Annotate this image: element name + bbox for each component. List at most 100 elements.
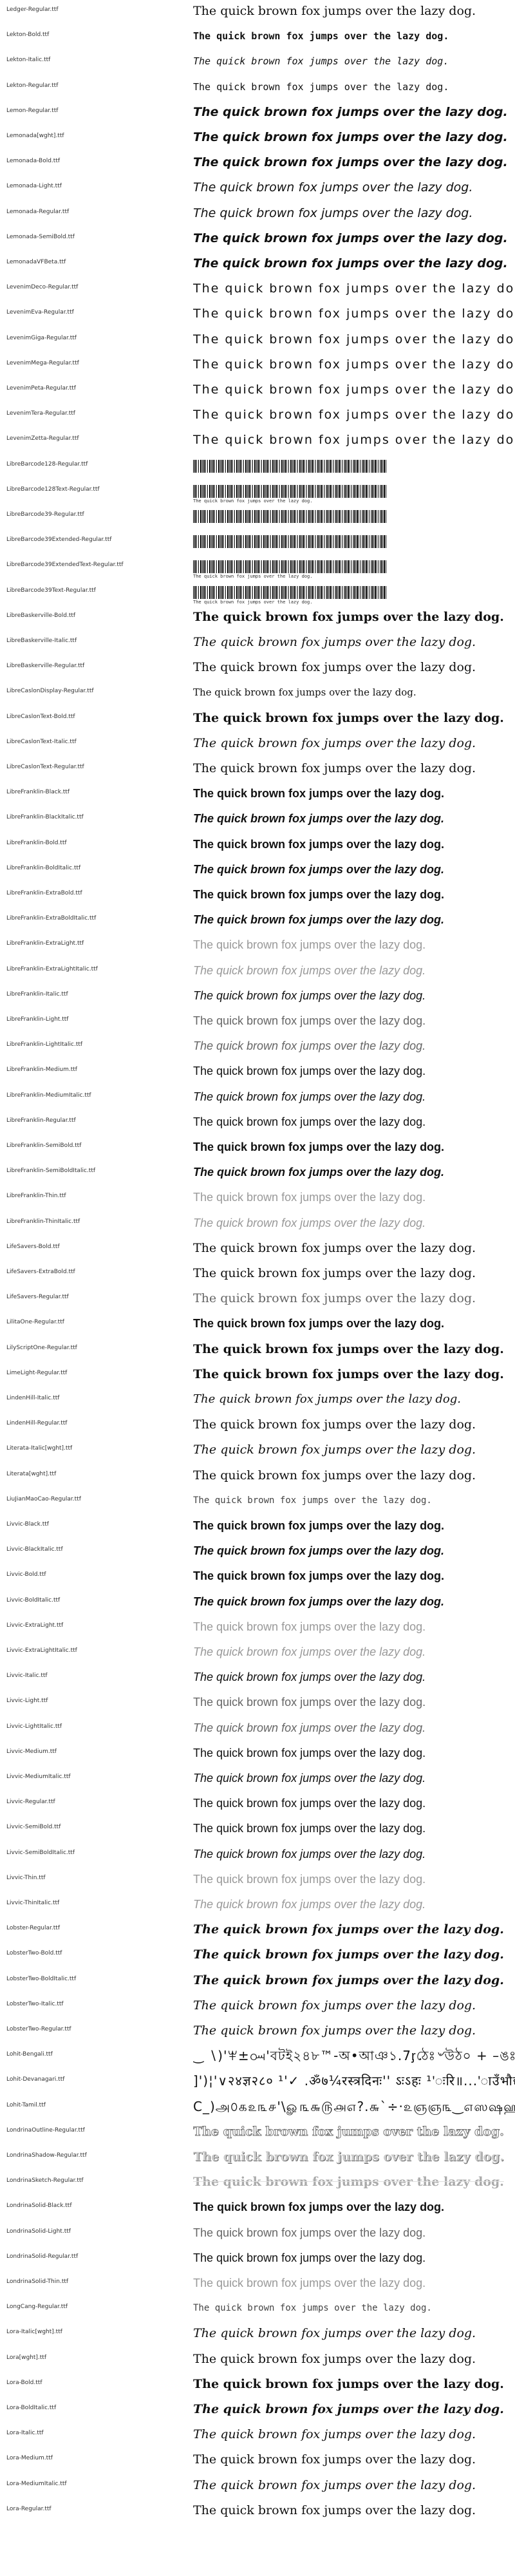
font-row: LobsterTwo-Bold.ttf The quick brown fox j… xyxy=(0,1945,515,1970)
barcode-sample xyxy=(193,459,386,473)
font-row: Literata[wght].ttf The quick brown fox ju… xyxy=(0,1466,515,1491)
font-row: LibreFranklin-ExtraBold.ttf The quick bro… xyxy=(0,885,515,910)
font-sample-text: The quick brown fox jumps over the lazy … xyxy=(193,710,504,725)
font-file-name: Lora-BoldItalic.ttf xyxy=(6,2405,57,2411)
font-row: LifeSavers-Bold.ttf The quick brown fox j… xyxy=(0,1238,515,1264)
font-row: Lemonada-Regular.ttf The quick brown fox … xyxy=(0,204,515,229)
font-sample-text: The quick brown fox jumps over the lazy … xyxy=(193,1973,504,1987)
font-row: Lobster-Regular.ttf The quick brown fox j… xyxy=(0,1920,515,1945)
font-sample-text: The quick brown fox jumps over the lazy … xyxy=(193,735,476,750)
font-file-name: LibreFranklin-LightItalic.ttf xyxy=(6,1041,83,1048)
font-sample-text: The quick brown fox jumps over the lazy … xyxy=(193,1417,476,1432)
font-file-name: LondrinaShadow-Regular.ttf xyxy=(6,2152,87,2159)
font-sample-text: The quick brown fox jumps over the lazy … xyxy=(193,307,515,321)
font-row: LilyScriptOne-Regular.ttf The quick brown… xyxy=(0,1340,515,1365)
font-row: LibreBarcode39Text-Regular.ttf The quick … xyxy=(0,582,515,607)
font-file-name: Livvic-Light.ttf xyxy=(6,1698,48,1705)
font-file-name: LevenimGiga-Regular.ttf xyxy=(6,334,77,341)
font-row: LobsterTwo-Regular.ttf The quick brown fo… xyxy=(0,2021,515,2046)
font-sample-text: The quick brown fox jumps over the lazy … xyxy=(193,2226,426,2239)
font-row: Lemonada[wght].ttf The quick brown fox ju… xyxy=(0,128,515,153)
font-file-name: LibreCaslonText-Regular.ttf xyxy=(6,764,84,770)
font-file-name: LibreBarcode39ExtendedText-Regular.ttf xyxy=(6,562,124,569)
barcode-sample xyxy=(193,560,386,574)
font-row: LibreBarcode128-Regular.ttf xyxy=(0,456,515,481)
font-row: Livvic-Italic.ttf The quick brown fox jum… xyxy=(0,1667,515,1692)
font-sample-text: The quick brown fox jumps over the lazy … xyxy=(193,1014,426,1027)
font-file-name: LibreBarcode39Extended-Regular.ttf xyxy=(6,536,112,544)
font-sample-text: The quick brown fox jumps over the lazy … xyxy=(193,989,426,1002)
font-sample-text: The quick brown fox jumps over the lazy … xyxy=(193,1772,426,1785)
font-sample-text: The quick brown fox jumps over the lazy … xyxy=(193,1341,504,1356)
font-sample-text: The quick brown fox jumps over the lazy … xyxy=(193,2124,504,2139)
font-row: Lora[wght].ttf The quick brown fox jumps … xyxy=(0,2349,515,2374)
font-row: LibreCaslonText-Regular.ttf The quick bro… xyxy=(0,759,515,784)
font-row: LibreFranklin-Regular.ttf The quick brown… xyxy=(0,1112,515,1137)
font-sample-text: The quick brown fox jumps over the lazy … xyxy=(193,2326,476,2341)
font-sample-text: The quick brown fox jumps over the lazy … xyxy=(193,687,417,699)
font-row: Lora-Italic[wght].ttf The quick brown fox… xyxy=(0,2324,515,2349)
font-file-name: LibreFranklin-BlackItalic.ttf xyxy=(6,814,84,821)
font-sample-text: The quick brown fox jumps over the lazy … xyxy=(193,130,508,144)
barcode-caption: The quick brown fox jumps over the lazy … xyxy=(193,574,313,580)
font-file-name: LobsterTwo-Italic.ttf xyxy=(6,2000,64,2007)
font-row: LibreFranklin-LightItalic.ttf The quick b… xyxy=(0,1036,515,1061)
font-file-name: Lora-Italic[wght].ttf xyxy=(6,2329,62,2336)
font-file-name: Livvic-Regular.ttf xyxy=(6,1799,55,1806)
font-sample-text: The quick brown fox jumps over the lazy … xyxy=(193,1166,445,1179)
font-sample-text: The quick brown fox jumps over the lazy … xyxy=(193,357,515,372)
font-sample-text: The quick brown fox jumps over the lazy … xyxy=(193,2277,426,2289)
font-sample-text: The quick brown fox jumps over the lazy … xyxy=(193,1495,432,1506)
font-row: Lekton-Italic.ttf The quick brown fox jum… xyxy=(0,52,515,77)
font-sample-text: The quick brown fox jumps over the lazy … xyxy=(193,1569,445,1583)
font-sample-text: The quick brown fox jumps over the lazy … xyxy=(193,4,476,18)
font-sample-text: The quick brown fox jumps over the lazy … xyxy=(193,80,449,93)
barcode-caption: The quick brown fox jumps over the lazy … xyxy=(193,599,313,605)
font-file-name: Ledger-Regular.ttf xyxy=(6,6,59,13)
font-file-name: LifeSavers-Regular.ttf xyxy=(6,1294,69,1301)
font-file-name: Lohit-Devanagari.ttf xyxy=(6,2076,65,2083)
font-file-name: LibreFranklin-Regular.ttf xyxy=(6,1117,76,1124)
font-file-name: LibreFranklin-Light.ttf xyxy=(6,1016,69,1023)
font-row: LongCang-Regular.ttf The quick brown fox … xyxy=(0,2298,515,2324)
font-row: LibreCaslonText-Bold.ttf The quick brown … xyxy=(0,708,515,734)
font-file-name: LevenimPeta-Regular.ttf xyxy=(6,385,76,392)
font-sample-text: ‿ ∖)'ꕽ±ꗢ'বটই২৪৮™-অ•আঞ১.7ᶉঠেঃ৺উঠ০ + –ঙঃউঠ… xyxy=(193,2048,515,2064)
font-file-name: LobsterTwo-Regular.ttf xyxy=(6,2026,71,2032)
font-file-name: LevenimZetta-Regular.ttf xyxy=(6,435,79,442)
font-row: LibreFranklin-Bold.ttf The quick brown fo… xyxy=(0,835,515,860)
font-file-name: LibreFranklin-Medium.ttf xyxy=(6,1066,77,1074)
font-sample-text: The quick brown fox jumps over the lazy … xyxy=(193,104,508,119)
font-file-name: LibreFranklin-MediumItalic.ttf xyxy=(6,1092,91,1099)
font-row: LibreBaskerville-Regular.ttf The quick br… xyxy=(0,658,515,683)
font-file-name: LibreCaslonText-Bold.ttf xyxy=(6,713,75,720)
font-row: LibreFranklin-ExtraLightItalic.ttf The qu… xyxy=(0,961,515,986)
font-sample-text: The quick brown fox jumps over the lazy … xyxy=(193,1671,426,1684)
font-file-name: LevenimEva-Regular.ttf xyxy=(6,309,74,316)
font-file-name: LevenimTera-Regular.ttf xyxy=(6,410,75,417)
font-file-name: Lora-Regular.ttf xyxy=(6,2505,52,2512)
font-sample-text: The quick brown fox jumps over the lazy … xyxy=(193,383,515,397)
font-row: LondrinaShadow-Regular.ttf The quick brow… xyxy=(0,2147,515,2172)
font-file-name: Lemonada-Bold.ttf xyxy=(6,158,61,165)
font-row: LibreFranklin-Medium.ttf The quick brown … xyxy=(0,1061,515,1086)
font-file-name: Lemon-Regular.ttf xyxy=(6,107,59,114)
font-file-name: LibreFranklin-SemiBoldItalic.ttf xyxy=(6,1168,96,1175)
font-file-name: Livvic-Medium.ttf xyxy=(6,1748,57,1755)
font-row: Lemon-Regular.ttf The quick brown fox jum… xyxy=(0,102,515,128)
font-row: Lohit-Tamil.ttf C_)அ௦௧௨௩௪'\ௐ௩௬௫௮௭?.௬`÷·௨ஞ… xyxy=(0,2097,515,2122)
font-file-name: LibreFranklin-ExtraBoldItalic.ttf xyxy=(6,915,97,922)
font-sample-text: The quick brown fox jumps over the lazy … xyxy=(193,1797,426,1810)
font-row: Lora-MediumItalic.ttf The quick brown fox… xyxy=(0,2476,515,2501)
font-row: LibreBarcode39ExtendedText-Regular.ttf Th… xyxy=(0,556,515,582)
font-sample-text: The quick brown fox jumps over the lazy … xyxy=(193,761,476,775)
font-row: Livvic-ExtraLightItalic.ttf The quick bro… xyxy=(0,1642,515,1667)
font-sample-text: The quick brown fox jumps over the lazy … xyxy=(193,155,508,170)
font-row: Livvic-BlackItalic.ttf The quick brown fo… xyxy=(0,1541,515,1566)
font-row: Lora-Regular.ttf The quick brown fox jump… xyxy=(0,2501,515,2526)
font-sample-text: The quick brown fox jumps over the lazy … xyxy=(193,1191,426,1204)
font-sample-text: The quick brown fox jumps over the lazy … xyxy=(193,2175,504,2190)
font-sample-text: The quick brown fox jumps over the lazy … xyxy=(193,1721,426,1734)
font-file-name: LibreFranklin-ExtraLight.ttf xyxy=(6,940,84,947)
font-row: LondrinaSolid-Regular.ttf The quick brown… xyxy=(0,2248,515,2273)
